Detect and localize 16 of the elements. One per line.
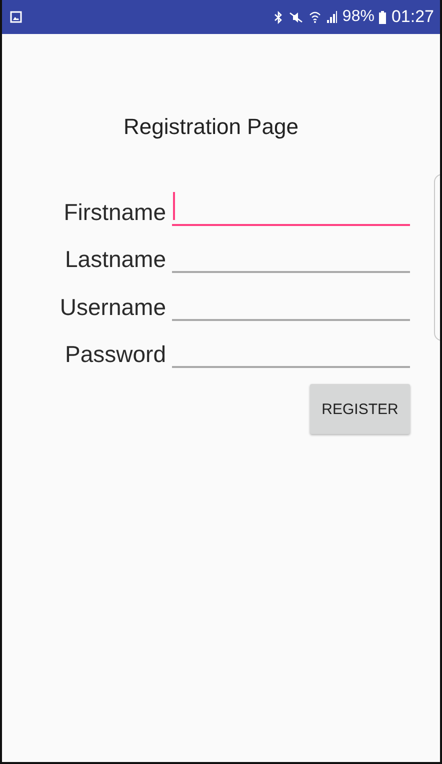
image-icon (10, 11, 22, 23)
clock-time: 01:27 (391, 7, 434, 27)
input-field[interactable] (172, 190, 410, 226)
field-label: Password (64, 341, 167, 369)
bluetooth-icon (274, 10, 284, 24)
signal-icon (326, 11, 338, 23)
field-label: Firstname (62, 198, 167, 226)
field-label: Lastname (64, 246, 167, 274)
text-cursor (173, 192, 175, 220)
page-title: Registration Page (122, 114, 300, 140)
battery-icon (379, 10, 386, 24)
wifi-icon (309, 11, 322, 23)
mute-icon (288, 10, 304, 24)
register-button[interactable]: REGISTER (310, 384, 410, 434)
field-label: Username (58, 294, 167, 322)
battery-percent: 98% (342, 8, 374, 26)
